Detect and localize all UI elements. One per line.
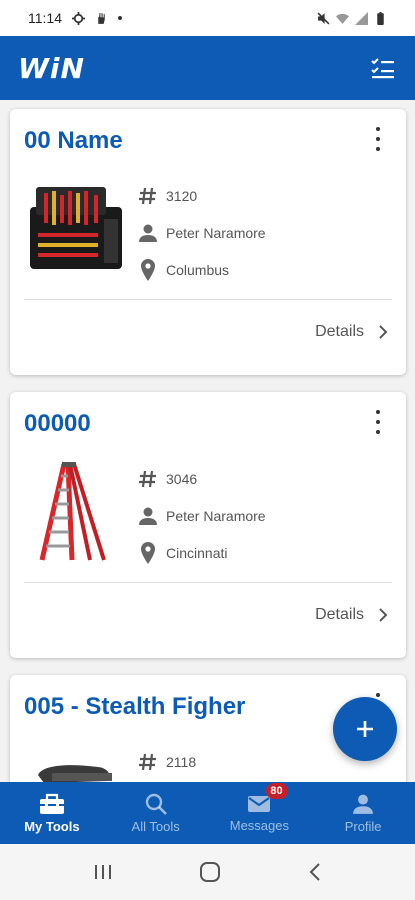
chevron-right-icon xyxy=(379,325,388,339)
person-icon xyxy=(136,221,160,245)
tool-card[interactable]: 00000 3046 Peter Naramore Cincinnati Det… xyxy=(10,392,406,658)
tool-title: 00000 xyxy=(24,410,91,437)
nav-label: All Tools xyxy=(131,818,180,834)
tool-meta: 3046 Peter Naramore Cincinnati xyxy=(136,460,376,571)
tool-list[interactable]: 00 Name 3120 Peter Naramore Columbus Det… xyxy=(0,100,415,782)
checklist-icon xyxy=(371,58,394,79)
nav-label: Messages xyxy=(229,817,289,833)
tool-number-row: 3120 xyxy=(136,177,376,214)
tool-card[interactable]: 00 Name 3120 Peter Naramore Columbus Det… xyxy=(10,109,406,375)
nav-messages[interactable]: 80 Messages xyxy=(208,782,312,844)
bottom-nav: My Tools All Tools 80 Messages Profile xyxy=(0,782,415,844)
card-menu-button[interactable] xyxy=(368,410,388,434)
tool-location-row: Cincinnati xyxy=(136,534,376,571)
toolbox-icon xyxy=(39,793,64,814)
app-logo: WiN xyxy=(18,51,85,85)
nav-my-tools[interactable]: My Tools xyxy=(0,782,104,844)
home-icon[interactable] xyxy=(199,861,221,883)
tool-number: 3120 xyxy=(166,187,198,204)
tool-number: 2118 xyxy=(166,753,197,770)
card-menu-button[interactable] xyxy=(368,127,388,151)
settings-icon xyxy=(72,11,85,25)
chevron-right-icon xyxy=(379,608,388,622)
tool-location: Cincinnati xyxy=(166,544,228,561)
search-icon xyxy=(145,793,167,815)
app-bar: WiN xyxy=(0,36,415,100)
details-label: Details xyxy=(315,323,364,340)
location-pin-icon xyxy=(136,258,160,282)
tool-title: 005 - Stealth Figher xyxy=(24,693,246,720)
mute-icon xyxy=(317,12,330,24)
back-icon[interactable] xyxy=(308,862,322,882)
tool-bag-image xyxy=(30,187,122,269)
battery-icon xyxy=(377,11,384,25)
recent-apps-icon[interactable] xyxy=(93,863,113,881)
wifi-icon xyxy=(336,13,349,24)
tool-location-row: Columbus xyxy=(136,251,376,288)
notification-dot-icon xyxy=(118,16,122,20)
messages-badge: 80 xyxy=(265,783,288,799)
nav-label: Profile xyxy=(344,818,382,834)
system-nav-bar xyxy=(0,844,415,900)
ladder-image xyxy=(39,462,106,561)
signal-icon xyxy=(355,11,368,25)
nav-profile[interactable]: Profile xyxy=(311,782,415,844)
person-icon xyxy=(136,504,160,528)
card-divider xyxy=(24,299,392,300)
tool-person-row: Peter Naramore xyxy=(136,214,376,251)
details-label: Details xyxy=(315,606,364,623)
tool-meta: 3120 Peter Naramore Columbus xyxy=(136,177,376,288)
tool-title: 00 Name xyxy=(24,127,123,154)
details-button[interactable]: Details xyxy=(315,606,388,624)
tool-person: Peter Naramore xyxy=(166,224,266,241)
tool-person-row: Peter Naramore xyxy=(136,497,376,534)
tool-person: Peter Naramore xyxy=(166,507,266,524)
power-tool-image xyxy=(38,765,112,782)
location-pin-icon xyxy=(136,541,160,565)
plus-icon xyxy=(357,721,373,737)
add-tool-button[interactable] xyxy=(333,697,397,761)
status-bar: 11:14 xyxy=(0,0,415,36)
tool-number: 3046 xyxy=(166,470,198,487)
status-time: 11:14 xyxy=(28,10,62,26)
tool-number-row: 3046 xyxy=(136,460,376,497)
person-icon xyxy=(353,794,374,814)
tool-location: Columbus xyxy=(166,261,230,278)
hash-icon xyxy=(136,467,160,491)
hand-icon xyxy=(98,12,105,24)
details-button[interactable]: Details xyxy=(315,323,388,341)
hash-icon xyxy=(136,184,160,208)
nav-label: My Tools xyxy=(24,818,80,834)
nav-all-tools[interactable]: All Tools xyxy=(104,782,208,844)
card-divider xyxy=(24,582,392,583)
hash-icon xyxy=(136,750,160,774)
checklist-button[interactable] xyxy=(369,54,397,82)
